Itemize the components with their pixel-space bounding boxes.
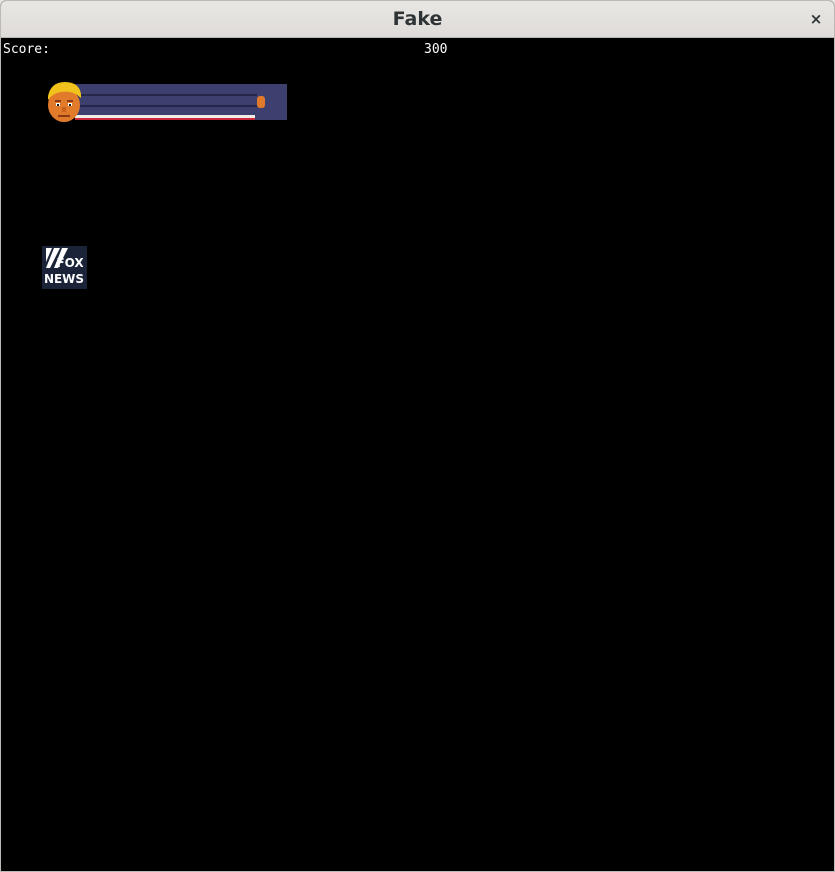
game-canvas[interactable]: Score: 300 FOX NEWS	[1, 38, 834, 871]
fox-news-logo-icon: FOX NEWS	[42, 246, 87, 289]
title-bar[interactable]: Fake ×	[1, 1, 834, 38]
player-sprite	[48, 82, 287, 122]
close-button[interactable]: ×	[806, 9, 826, 29]
score-label: Score:	[3, 42, 50, 57]
enemy-sprite: FOX NEWS	[42, 246, 87, 289]
window-title: Fake	[392, 8, 443, 30]
score-value: 300	[424, 42, 448, 57]
player-head-icon	[48, 82, 81, 122]
game-window: Fake × Score: 300 FOX NEWS	[0, 0, 835, 872]
enemy-logo-text-top: FOX	[56, 256, 84, 270]
enemy-logo-text-bottom: NEWS	[44, 272, 84, 286]
